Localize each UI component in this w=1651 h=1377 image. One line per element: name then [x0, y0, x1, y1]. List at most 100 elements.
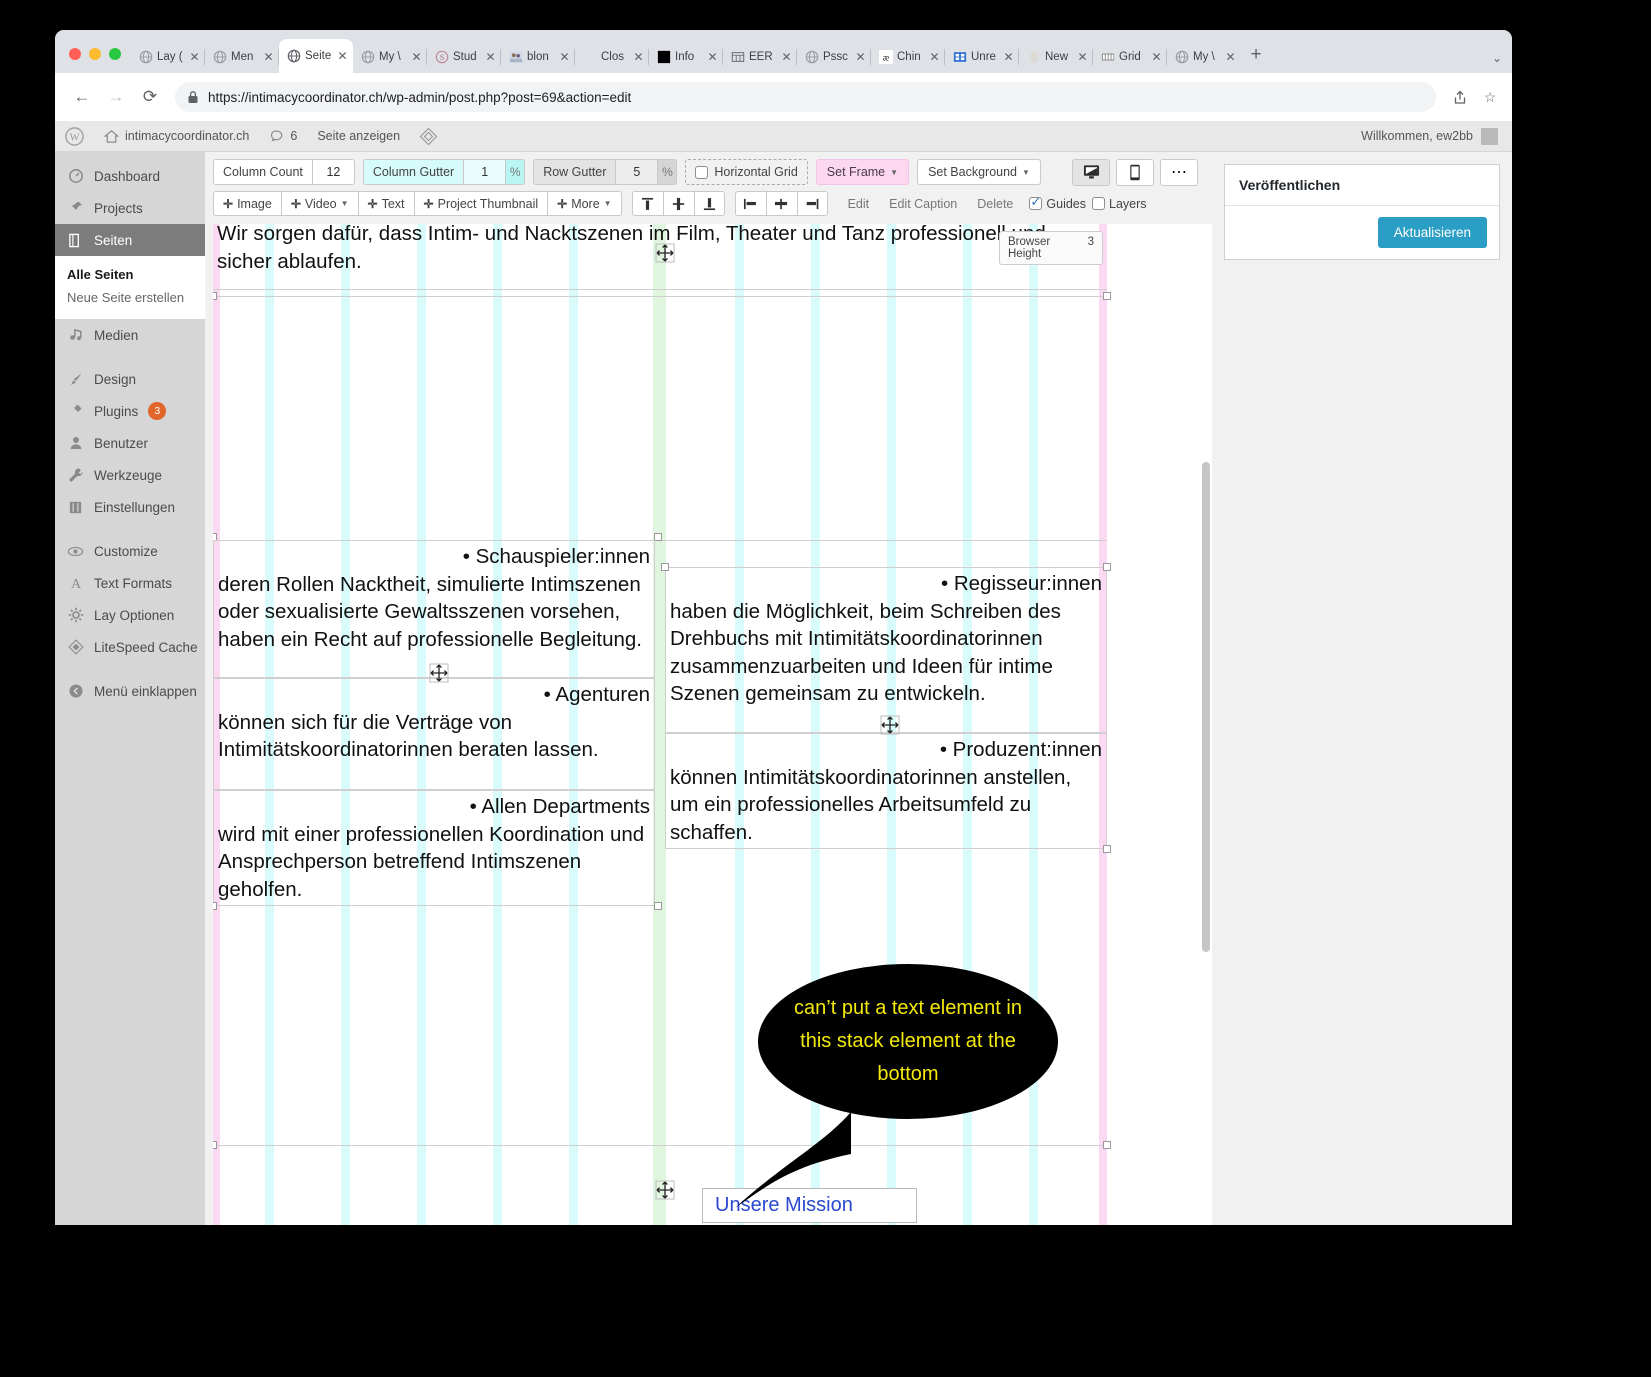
sidebar-item-dashboard[interactable]: Dashboard — [55, 160, 205, 192]
add-text-button[interactable]: ✛ Text — [358, 191, 414, 216]
share-icon[interactable] — [1450, 87, 1470, 107]
close-tab-icon[interactable]: ✕ — [336, 50, 349, 62]
resize-handle[interactable] — [1103, 292, 1111, 300]
right-text-block-1[interactable]: • Regisseur:innen haben die Möglichkeit,… — [665, 567, 1107, 733]
row-gutter-input[interactable]: 5 — [615, 160, 657, 184]
close-tab-icon[interactable]: ✕ — [410, 51, 423, 63]
resize-handle[interactable] — [654, 533, 662, 541]
close-tab-icon[interactable]: ✕ — [484, 51, 497, 63]
align-bottom-button[interactable] — [694, 191, 725, 216]
layers-toggle[interactable]: Layers — [1092, 197, 1147, 211]
browser-tab[interactable]: Pssc ✕ — [797, 41, 871, 73]
add-video-button[interactable]: ✛ Video ▼ — [281, 191, 358, 216]
sidebar-subitem-alle-seiten[interactable]: Alle Seiten — [55, 263, 205, 286]
browser-tab[interactable]: Clos ✕ — [575, 41, 649, 73]
add-project-thumbnail-button[interactable]: ✛ Project Thumbnail — [414, 191, 548, 216]
tabstrip-overflow[interactable]: ⌄ — [1492, 51, 1512, 73]
sidebar-item-customize[interactable]: Customize — [55, 535, 205, 567]
browser-tab[interactable]: EER ✕ — [723, 41, 797, 73]
new-tab-button[interactable]: + — [1241, 40, 1271, 70]
set-frame-button[interactable]: Set Frame ▼ — [816, 159, 909, 185]
left-text-block-1[interactable]: • Schauspieler:innen deren Rollen Nackth… — [213, 540, 655, 678]
resize-handle[interactable] — [654, 902, 662, 910]
sidebar-item-werkzeuge[interactable]: Werkzeuge — [55, 459, 205, 491]
edit-caption-button[interactable]: Edit Caption — [879, 191, 967, 216]
close-tab-icon[interactable]: ✕ — [780, 51, 793, 63]
add-more-button[interactable]: ✛ More ▼ — [547, 191, 621, 216]
horizontal-grid-checkbox[interactable] — [695, 166, 708, 179]
align-vertical-center-button[interactable] — [663, 191, 694, 216]
column-count-input[interactable]: 12 — [312, 160, 354, 184]
browser-tab[interactable]: New ✕ — [1019, 41, 1093, 73]
sidebar-item-einstellungen[interactable]: Einstellungen — [55, 491, 205, 523]
browser-tab[interactable]: Unre ✕ — [945, 41, 1019, 73]
editor-scrollbar[interactable] — [1202, 462, 1210, 952]
sidebar-item-benutzer[interactable]: Benutzer — [55, 427, 205, 459]
browser-tab[interactable]: Lay ( ✕ — [131, 41, 205, 73]
sidebar-item-menue-einklappen[interactable]: Menü einklappen — [55, 675, 205, 707]
browser-tab[interactable]: My \ ✕ — [353, 41, 427, 73]
left-text-block-2[interactable]: • Agenturen können sich für die Verträge… — [213, 678, 655, 790]
sidebar-item-lay-optionen[interactable]: Lay Optionen — [55, 599, 205, 631]
view-desktop-button[interactable] — [1072, 159, 1110, 186]
browser-tab[interactable]: æ Chin ✕ — [871, 41, 945, 73]
resize-handle[interactable] — [1103, 845, 1111, 853]
maximize-window-button[interactable] — [109, 48, 121, 60]
align-right-button[interactable] — [797, 191, 828, 216]
browser-tab[interactable]: My \ ✕ — [1167, 41, 1241, 73]
layers-checkbox[interactable] — [1092, 197, 1105, 210]
sidebar-item-seiten[interactable]: Seiten — [55, 224, 205, 256]
delete-button[interactable]: Delete — [967, 191, 1023, 216]
horizontal-grid-toggle[interactable]: Horizontal Grid — [685, 159, 807, 185]
empty-stack-region[interactable] — [213, 296, 1107, 541]
update-button[interactable]: Aktualisieren — [1378, 217, 1487, 248]
sidebar-item-projects[interactable]: Projects — [55, 192, 205, 224]
resize-handle[interactable] — [213, 292, 217, 300]
set-background-button[interactable]: Set Background ▼ — [917, 159, 1041, 185]
align-top-button[interactable] — [632, 191, 663, 216]
site-name-menu[interactable]: intimacycoordinator.ch — [94, 121, 259, 152]
more-options-button[interactable]: ⋯ — [1160, 159, 1198, 186]
browser-tab[interactable]: Men ✕ — [205, 41, 279, 73]
close-tab-icon[interactable]: ✕ — [928, 51, 941, 63]
back-button[interactable]: ← — [67, 82, 97, 112]
close-window-button[interactable] — [69, 48, 81, 60]
close-tab-icon[interactable]: ✕ — [854, 51, 867, 63]
chevron-down-icon[interactable]: ⌄ — [1492, 51, 1502, 65]
window-controls[interactable] — [63, 48, 131, 73]
wordpress-logo-button[interactable]: W — [55, 121, 94, 152]
sidebar-subitem-neue-seite[interactable]: Neue Seite erstellen — [55, 286, 205, 309]
litespeed-menu[interactable] — [410, 121, 447, 152]
resize-handle[interactable] — [213, 902, 217, 910]
account-menu[interactable]: Willkommen, ew2bb — [1361, 128, 1512, 145]
star-icon[interactable]: ☆ — [1480, 87, 1500, 107]
comments-menu[interactable]: 6 — [259, 121, 307, 152]
row-gutter-field[interactable]: Row Gutter 5 % — [533, 159, 677, 185]
close-tab-icon[interactable]: ✕ — [706, 51, 719, 63]
address-bar[interactable]: https://intimacycoordinator.ch/wp-admin/… — [175, 82, 1436, 112]
sidebar-item-plugins[interactable]: Plugins 3 — [55, 395, 205, 427]
browser-tab[interactable]: Grid ✕ — [1093, 41, 1167, 73]
resize-handle[interactable] — [1103, 1141, 1111, 1149]
align-horizontal-center-button[interactable] — [766, 191, 797, 216]
column-gutter-field[interactable]: Column Gutter 1 % — [363, 159, 525, 185]
browser-tab[interactable]: Info ✕ — [649, 41, 723, 73]
minimize-window-button[interactable] — [89, 48, 101, 60]
browser-tab-active[interactable]: Seite ✕ — [279, 39, 353, 73]
close-tab-icon[interactable]: ✕ — [632, 51, 645, 63]
right-text-block-2[interactable]: • Produzent:innen können Intimitätskoord… — [665, 733, 1107, 849]
sidebar-item-litespeed-cache[interactable]: LiteSpeed Cache — [55, 631, 205, 663]
resize-handle[interactable] — [661, 563, 669, 571]
browser-tab[interactable]: blon ✕ — [501, 41, 575, 73]
close-tab-icon[interactable]: ✕ — [188, 51, 201, 63]
add-image-button[interactable]: ✛ Image — [213, 191, 281, 216]
sidebar-item-medien[interactable]: Medien — [55, 319, 205, 351]
view-mobile-button[interactable] — [1116, 159, 1154, 186]
view-page-link[interactable]: Seite anzeigen — [307, 121, 410, 152]
align-left-button[interactable] — [735, 191, 766, 216]
sidebar-item-text-formats[interactable]: A Text Formats — [55, 567, 205, 599]
forward-button[interactable]: → — [101, 82, 131, 112]
column-count-field[interactable]: Column Count 12 — [213, 159, 355, 185]
left-text-block-3[interactable]: • Allen Departments wird mit einer profe… — [213, 790, 655, 906]
close-tab-icon[interactable]: ✕ — [1076, 51, 1089, 63]
